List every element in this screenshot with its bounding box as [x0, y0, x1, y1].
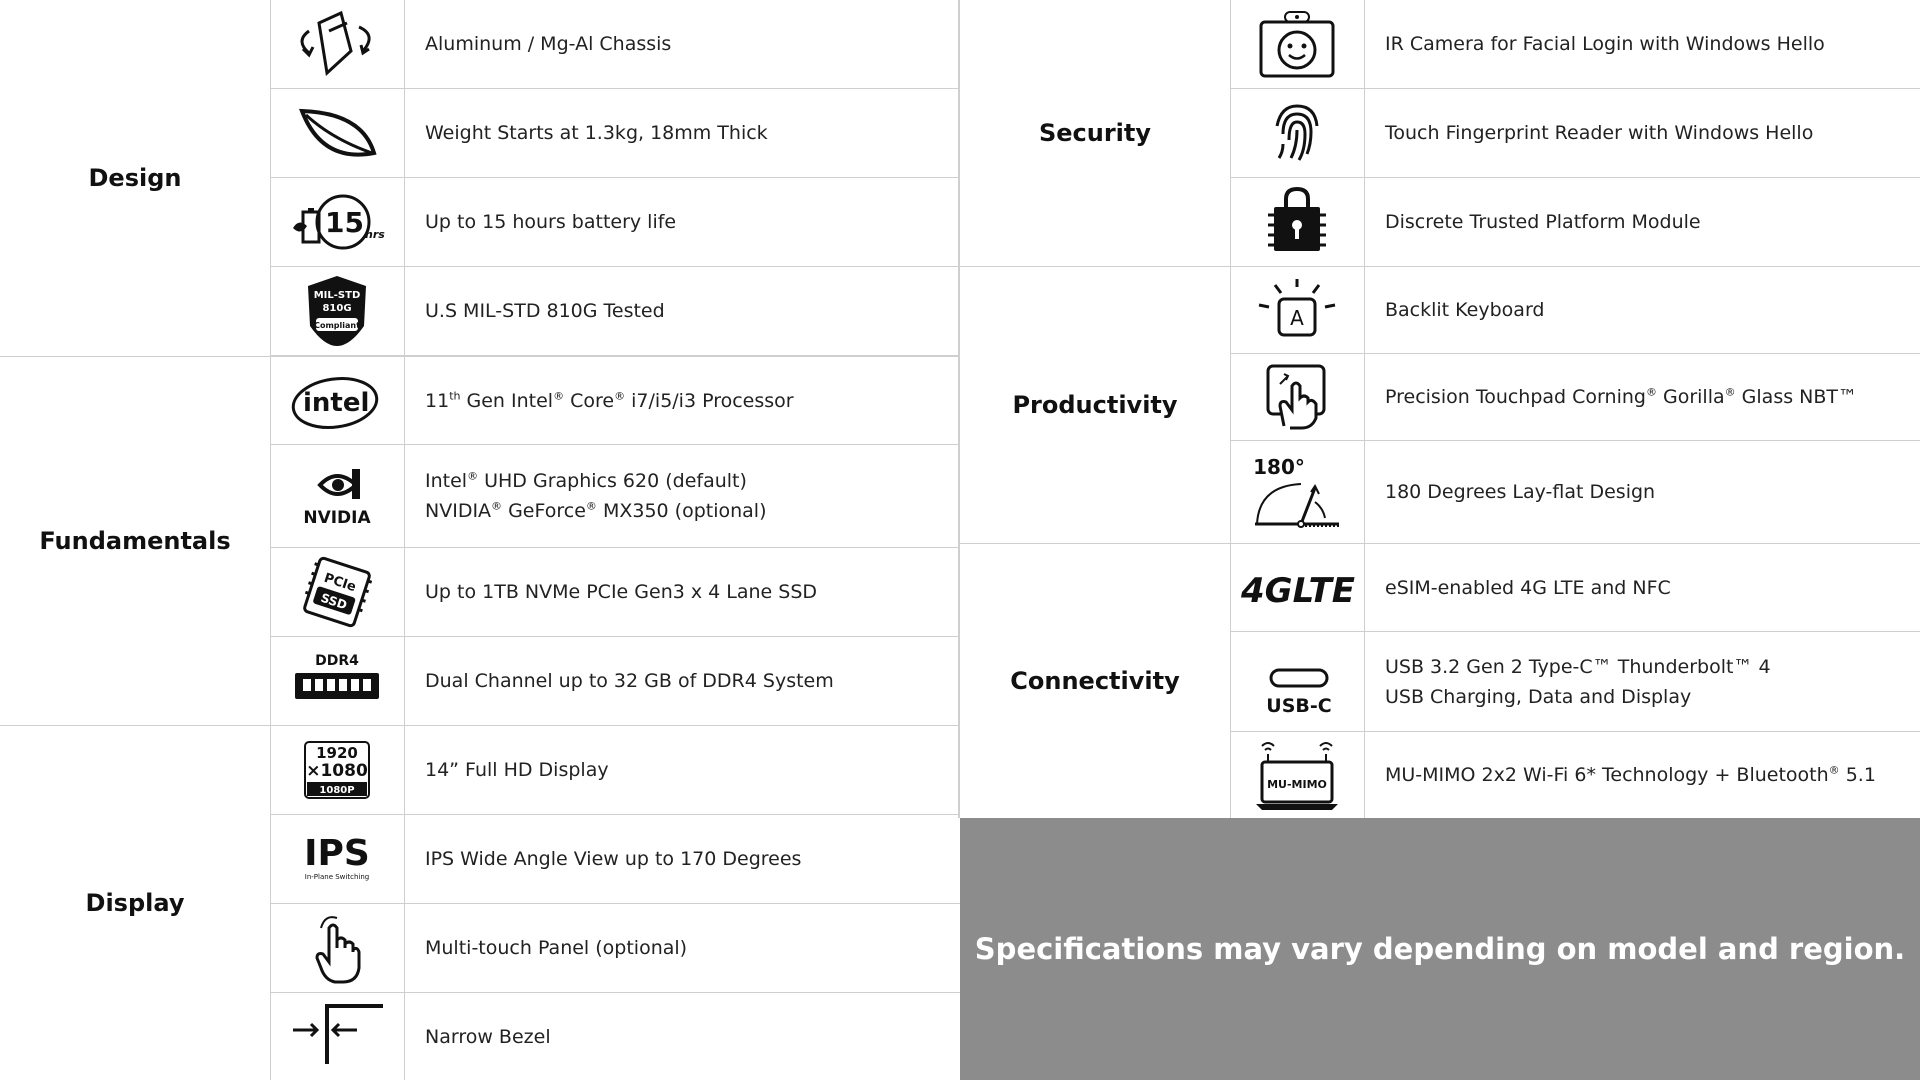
lay-flat-180-icon: 180° — [1230, 441, 1365, 543]
spec-row-tpm: Discrete Trusted Platform Module — [1230, 178, 1920, 266]
spec-row-cpu: intel 11th Gen Intel® Core® i7/i5/i3 Pro… — [270, 357, 960, 445]
svg-text:Compliant: Compliant — [314, 321, 360, 330]
spec-row-graphics: NVIDIA Intel® UHD Graphics 620 (default)… — [270, 445, 960, 548]
spec-row-fhd: 1920 ×1080 1080P 14” Full HD Display — [270, 726, 960, 815]
spec-text: eSIM-enabled 4G LTE and NFC — [1385, 576, 1671, 599]
spec-text: Dual Channel up to 32 GB of DDR4 System — [425, 670, 834, 692]
svg-text:×1080: ×1080 — [306, 761, 368, 781]
group-label-fundamentals: Fundamentals — [0, 357, 271, 725]
4g-lte-icon: 4GLTE — [1230, 544, 1365, 631]
ips-icon: IPS In-Plane Switching — [270, 815, 405, 903]
svg-text:1920: 1920 — [316, 744, 358, 762]
spec-row-ssd: PCIe SSD Up to 1TB NVMe PCIe Gen3 x 4 La… — [270, 548, 960, 637]
svg-text:1080P: 1080P — [319, 785, 354, 796]
resolution-1080p-icon: 1920 ×1080 1080P — [270, 726, 405, 814]
spec-text: Narrow Bezel — [425, 1025, 551, 1048]
spec-text: Aluminum / Mg-Al Chassis — [425, 33, 672, 55]
svg-text:intel: intel — [303, 388, 369, 418]
ir-camera-face-icon — [1230, 0, 1365, 88]
spec-text: Precision Touchpad Corning® Gorilla® Gla… — [1385, 385, 1858, 408]
spec-text: Multi-touch Panel (optional) — [425, 937, 688, 959]
group-label-connectivity: Connectivity — [960, 544, 1231, 818]
spec-row-ircam: IR Camera for Facial Login with Windows … — [1230, 0, 1920, 89]
touch-hand-icon — [270, 904, 405, 992]
svg-text:NVIDIA: NVIDIA — [303, 508, 371, 528]
spec-row-milstd: MIL-STD 810G Compliant U.S MIL-STD 810G … — [270, 267, 960, 356]
usb-line-2: USB Charging, Data and Display — [1385, 685, 1692, 708]
spec-row-weight: Weight Starts at 1.3kg, 18mm Thick — [270, 89, 960, 178]
spec-text: U.S MIL-STD 810G Tested — [425, 300, 665, 322]
backlit-key-icon: A — [1230, 267, 1365, 353]
spec-text: Up to 1TB NVMe PCIe Gen3 x 4 Lane SSD — [425, 581, 818, 603]
spec-row-bezel: Narrow Bezel — [270, 993, 960, 1080]
spec-text: Discrete Trusted Platform Module — [1385, 211, 1701, 233]
disclaimer-text: Specifications may vary depending on mod… — [974, 932, 1906, 966]
chassis-icon — [270, 0, 405, 88]
group-label-display: Display — [0, 726, 271, 1080]
spec-text: 11th Gen Intel® Core® i7/i5/i3 Processor — [425, 389, 794, 412]
disclaimer-banner: Specifications may vary depending on mod… — [960, 818, 1920, 1080]
fingerprint-icon — [1230, 89, 1365, 177]
spec-row-chassis: Aluminum / Mg-Al Chassis — [270, 0, 960, 89]
spec-text: 180 Degrees Lay-flat Design — [1385, 481, 1656, 503]
spec-row-touch: Multi-touch Panel (optional) — [270, 904, 960, 993]
svg-text:15: 15 — [325, 206, 364, 239]
mu-mimo-router-icon: MU-MIMO — [1230, 732, 1365, 818]
group-label-design: Design — [0, 0, 271, 356]
intel-logo-icon: intel — [270, 357, 405, 444]
svg-text:A: A — [1290, 306, 1304, 330]
tpm-chip-lock-icon — [1230, 178, 1365, 266]
svg-text:180°: 180° — [1253, 455, 1305, 479]
group-label-productivity: Productivity — [960, 267, 1231, 543]
leaf-icon — [270, 89, 405, 177]
spec-row-lte: 4GLTE eSIM-enabled 4G LTE and NFC — [1230, 544, 1920, 632]
usb-c-icon: USB-C — [1230, 632, 1365, 731]
svg-text:IPS: IPS — [304, 833, 370, 874]
svg-text:810G: 810G — [322, 303, 351, 314]
spec-row-battery: 15 hrs Up to 15 hours battery life — [270, 178, 960, 267]
mil-std-badge-icon: MIL-STD 810G Compliant — [270, 267, 405, 355]
group-label-security: Security — [960, 0, 1231, 266]
ddr4-memory-icon: DDR4 — [270, 637, 405, 725]
svg-text:hrs: hrs — [365, 228, 385, 241]
spec-text: Up to 15 hours battery life — [425, 211, 677, 233]
spec-text: Intel® UHD Graphics 620 (default) NVIDIA… — [405, 466, 767, 526]
nvidia-logo-icon: NVIDIA — [270, 445, 405, 547]
spec-row-fingerprint: Touch Fingerprint Reader with Windows He… — [1230, 89, 1920, 178]
svg-text:USB-C: USB-C — [1266, 695, 1331, 717]
spec-row-ips: IPS In-Plane Switching IPS Wide Angle Vi… — [270, 815, 960, 904]
spec-text: IPS Wide Angle View up to 170 Degrees — [425, 848, 802, 870]
spec-row-usbc: USB-C USB 3.2 Gen 2 Type-C™ Thunderbolt™… — [1230, 632, 1920, 732]
svg-text:MIL-STD: MIL-STD — [314, 290, 361, 301]
usb-line-1: USB 3.2 Gen 2 Type-C™ Thunderbolt™ 4 — [1385, 655, 1771, 678]
svg-text:DDR4: DDR4 — [315, 653, 359, 669]
svg-text:4GLTE: 4GLTE — [1240, 571, 1355, 610]
graphics-line-1: Intel® UHD Graphics 620 (default) — [425, 469, 747, 492]
svg-text:MU-MIMO: MU-MIMO — [1267, 778, 1327, 791]
spec-row-backlit: A Backlit Keyboard — [1230, 267, 1920, 354]
spec-text: Backlit Keyboard — [1385, 299, 1545, 321]
spec-text: MU-MIMO 2x2 Wi-Fi 6* Technology + Blueto… — [1385, 763, 1876, 786]
pcie-ssd-icon: PCIe SSD — [270, 548, 405, 636]
spec-text: Touch Fingerprint Reader with Windows He… — [1385, 122, 1814, 144]
spec-text: 14” Full HD Display — [425, 759, 609, 781]
graphics-line-2: NVIDIA® GeForce® MX350 (optional) — [425, 499, 767, 522]
spec-row-ram: DDR4 Dual Channel up to 32 GB of DDR4 Sy… — [270, 637, 960, 726]
narrow-bezel-icon — [270, 993, 405, 1080]
spec-row-touchpad: Precision Touchpad Corning® Gorilla® Gla… — [1230, 354, 1920, 441]
spec-row-wifi: MU-MIMO MU-MIMO 2x2 Wi-Fi 6* Technology … — [1230, 732, 1920, 818]
spec-text: IR Camera for Facial Login with Windows … — [1385, 33, 1825, 55]
spec-text: Weight Starts at 1.3kg, 18mm Thick — [425, 122, 768, 144]
touchpad-gesture-icon — [1230, 354, 1365, 440]
spec-text: USB 3.2 Gen 2 Type-C™ Thunderbolt™ 4 USB… — [1365, 652, 1771, 712]
battery-15hrs-icon: 15 hrs — [270, 178, 405, 266]
spec-row-layflat: 180° 180 Degrees Lay-flat Design — [1230, 441, 1920, 543]
svg-text:In-Plane Switching: In-Plane Switching — [305, 873, 369, 881]
